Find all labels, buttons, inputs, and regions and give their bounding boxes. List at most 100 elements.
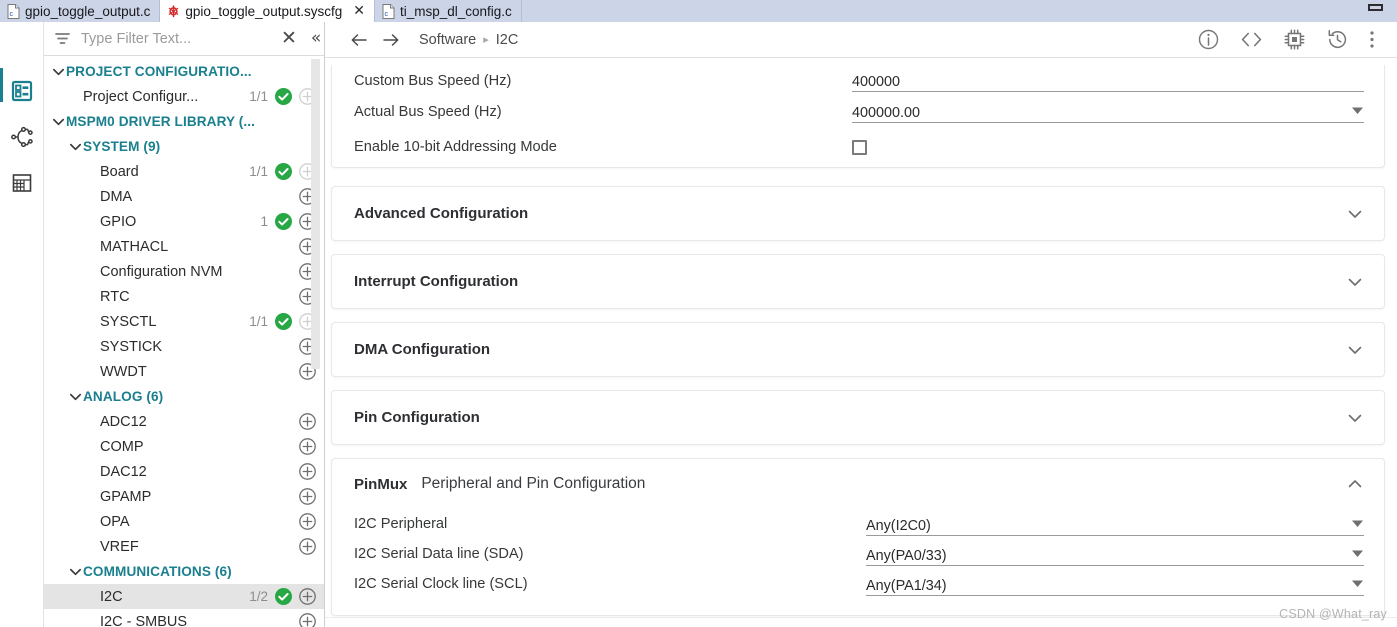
chevron-down-icon[interactable]	[67, 389, 83, 404]
text-field[interactable]: 400000	[852, 69, 1364, 92]
config-row: Actual Bus Speed (Hz) 400000.00	[332, 96, 1384, 127]
add-module-icon[interactable]	[299, 413, 316, 430]
rail-button-table[interactable]	[0, 160, 43, 206]
tree-item-label: RTC	[100, 288, 130, 305]
sidebar-scrollbar-thumb[interactable]	[311, 59, 320, 369]
tree-item-label: Project Configur...	[83, 88, 199, 105]
chevron-up-icon[interactable]	[1346, 475, 1364, 493]
pinmux-field-label: I2C Peripheral	[354, 516, 448, 532]
chevron-down-icon[interactable]	[1346, 273, 1364, 291]
info-button[interactable]	[1187, 28, 1230, 51]
dropdown-caret-icon[interactable]	[1351, 579, 1364, 594]
tree-item-dac12[interactable]: DAC12	[44, 459, 324, 484]
pinmux-section-header[interactable]: PinMux Peripheral and Pin Configuration	[332, 459, 1384, 509]
minimize-button[interactable]	[1353, 0, 1397, 22]
editor-tab-2[interactable]: c ti_msp_dl_config.c	[374, 0, 522, 22]
chevron-down-icon[interactable]	[1346, 409, 1364, 427]
tree-item-configuration-nvm[interactable]: Configuration NVM	[44, 259, 324, 284]
field-value: Any(PA1/34)	[866, 577, 947, 594]
tree-item-i2c-smbus[interactable]: I2C - SMBUS	[44, 609, 324, 627]
tree-item-sysctl[interactable]: SYSCTL 1/1	[44, 309, 324, 334]
module-tree[interactable]: PROJECT CONFIGURATIO... Project Configur.…	[44, 56, 324, 627]
dropdown-field[interactable]: Any(I2C0)	[866, 513, 1364, 536]
device-view-button[interactable]	[1273, 28, 1316, 51]
add-module-icon[interactable]	[299, 588, 316, 605]
config-field-control: 400000.00	[852, 100, 1364, 123]
tree-item-vref[interactable]: VREF	[44, 534, 324, 559]
tree-item-label: GPAMP	[100, 488, 152, 505]
section-header-interrupt-configuration[interactable]: Interrupt Configuration	[332, 255, 1384, 308]
back-button[interactable]	[343, 30, 375, 50]
forward-button[interactable]	[375, 30, 407, 50]
close-icon[interactable]: ✕	[278, 29, 300, 48]
chevron-down-icon[interactable]	[1346, 205, 1364, 223]
pinmux-subtitle: Peripheral and Pin Configuration	[421, 475, 646, 492]
tree-item-board[interactable]: Board 1/1	[44, 159, 324, 184]
add-module-icon[interactable]	[299, 488, 316, 505]
tree-item-gpamp[interactable]: GPAMP	[44, 484, 324, 509]
dropdown-caret-icon[interactable]	[1351, 106, 1364, 121]
breadcrumb-item-i2c[interactable]: I2C	[496, 32, 519, 48]
breadcrumb: Software ▸ I2C	[419, 32, 518, 48]
editor-tab-1[interactable]: gpio_toggle_output.syscfg ✕	[160, 0, 375, 22]
more-options-icon	[1370, 31, 1374, 48]
chevron-down-icon[interactable]	[1346, 341, 1364, 359]
chevron-down-icon[interactable]	[50, 114, 66, 129]
more-options-button[interactable]	[1359, 28, 1385, 51]
view-code-button[interactable]	[1230, 28, 1273, 51]
add-module-icon[interactable]	[299, 538, 316, 555]
dropdown-field[interactable]: Any(PA1/34)	[866, 573, 1364, 596]
tree-item-project-configuratio[interactable]: PROJECT CONFIGURATIO...	[44, 59, 324, 84]
tree-item-wwdt[interactable]: WWDT	[44, 359, 324, 384]
tree-item-analog-6[interactable]: ANALOG (6)	[44, 384, 324, 409]
pinmux-field-control: Any(I2C0)	[866, 513, 1364, 536]
tree-item-dma[interactable]: DMA	[44, 184, 324, 209]
add-module-icon[interactable]	[299, 438, 316, 455]
add-module-icon[interactable]	[299, 463, 316, 480]
collapse-all-icon[interactable]: «	[308, 30, 324, 47]
add-module-icon[interactable]	[299, 613, 316, 627]
section-header-dma-configuration[interactable]: DMA Configuration	[332, 323, 1384, 376]
dropdown-caret-icon[interactable]	[1351, 519, 1364, 534]
tree-item-communications-6[interactable]: COMMUNICATIONS (6)	[44, 559, 324, 584]
tree-item-label: DMA	[100, 188, 133, 205]
breadcrumb-item-software[interactable]: Software	[419, 32, 476, 48]
chevron-down-icon[interactable]	[67, 139, 83, 154]
dropdown-field[interactable]: 400000.00	[852, 100, 1364, 123]
tree-item-comp[interactable]: COMP	[44, 434, 324, 459]
tree-item-i2c[interactable]: I2C 1/2	[44, 584, 324, 609]
tree-item-adc12[interactable]: ADC12	[44, 409, 324, 434]
tree-item-rtc[interactable]: RTC	[44, 284, 324, 309]
tree-item-systick[interactable]: SYSTICK	[44, 334, 324, 359]
tree-item-opa[interactable]: OPA	[44, 509, 324, 534]
tree-item-gpio[interactable]: GPIO 1	[44, 209, 324, 234]
dropdown-caret-icon[interactable]	[1351, 549, 1364, 564]
rail-button-structure[interactable]	[0, 68, 43, 114]
editor-tab-label: gpio_toggle_output.syscfg	[185, 3, 343, 19]
rail-button-hierarchy[interactable]	[0, 114, 43, 160]
tree-item-mathacl[interactable]: MATHACL	[44, 234, 324, 259]
chevron-down-icon[interactable]	[67, 564, 83, 579]
chevron-down-icon[interactable]	[50, 64, 66, 79]
history-button[interactable]	[1316, 28, 1359, 51]
editor-tab-label: ti_msp_dl_config.c	[399, 3, 512, 19]
tree-item-label: COMP	[100, 438, 144, 455]
close-icon[interactable]: ✕	[353, 4, 365, 18]
search-input[interactable]	[79, 29, 270, 48]
section-header-pin-configuration[interactable]: Pin Configuration	[332, 391, 1384, 444]
structure-view-icon	[11, 80, 32, 102]
tree-item-count: 1/1	[249, 89, 268, 104]
dropdown-field[interactable]: Any(PA0/33)	[866, 543, 1364, 566]
tree-item-project-configur[interactable]: Project Configur... 1/1	[44, 84, 324, 109]
tree-item-label: MSPM0 DRIVER LIBRARY (...	[66, 114, 256, 129]
section-header-advanced-configuration[interactable]: Advanced Configuration	[332, 187, 1384, 240]
tree-item-mspm0-driver-library[interactable]: MSPM0 DRIVER LIBRARY (...	[44, 109, 324, 134]
tree-item-label: SYSCTL	[100, 313, 157, 330]
enable-10bit-addressing-checkbox[interactable]	[852, 139, 867, 155]
editor-tab-0[interactable]: c gpio_toggle_output.c	[0, 0, 161, 22]
pinmux-fields: I2C Peripheral Any(I2C0) I2C Serial Data l…	[332, 509, 1384, 615]
tree-item-system-9[interactable]: SYSTEM (9)	[44, 134, 324, 159]
breadcrumb-separator-icon: ▸	[483, 34, 489, 46]
add-module-icon[interactable]	[299, 513, 316, 530]
config-scroll-area[interactable]: Custom Bus Speed (Hz) 400000 Actual Bus Sp…	[325, 58, 1397, 627]
